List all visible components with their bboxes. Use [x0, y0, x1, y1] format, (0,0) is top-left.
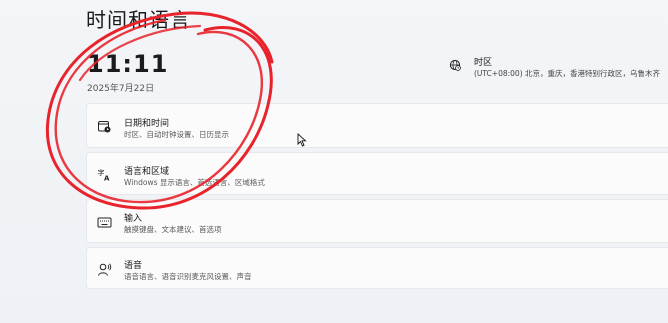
- mouse-cursor-icon: [297, 133, 307, 147]
- card-title: 语言和区域: [124, 167, 170, 177]
- globe-clock-icon: [449, 59, 461, 71]
- card-subtitle: 语音语言、语音识别麦克风设置、声音: [124, 272, 252, 281]
- timezone-value: (UTC+08:00) 北京，重庆，香港特别行政区，乌鲁木齐: [474, 69, 661, 78]
- card-title: 输入: [124, 214, 143, 224]
- clock-date: 2025年7月22日: [87, 84, 155, 94]
- calendar-clock-icon: [98, 121, 111, 133]
- speech-icon: [98, 263, 112, 276]
- clock-time: 11:11: [87, 50, 169, 78]
- card-title: 日期和时间: [124, 119, 170, 129]
- svg-text:A: A: [104, 175, 110, 183]
- card-subtitle: Windows 显示语言、首选语言、区域格式: [124, 178, 265, 187]
- date-time-card[interactable]: 日期和时间 时区、自动时钟设置、日历显示: [86, 103, 668, 148]
- card-title: 语音: [124, 261, 143, 271]
- language-region-card[interactable]: 字 A 语言和区域 Windows 显示语言、首选语言、区域格式: [86, 152, 668, 195]
- language-icon: 字 A: [98, 168, 111, 183]
- timezone-label: 时区: [474, 58, 493, 68]
- keyboard-icon: [97, 217, 112, 228]
- input-card[interactable]: 输入 触摸键盘、文本建议、首选项: [86, 199, 668, 243]
- speech-card[interactable]: 语音 语音语言、语音识别麦克风设置、声音: [86, 247, 668, 289]
- card-subtitle: 时区、自动时钟设置、日历显示: [124, 130, 229, 139]
- card-subtitle: 触摸键盘、文本建议、首选项: [124, 225, 222, 234]
- page-title: 时间和语言: [86, 8, 191, 32]
